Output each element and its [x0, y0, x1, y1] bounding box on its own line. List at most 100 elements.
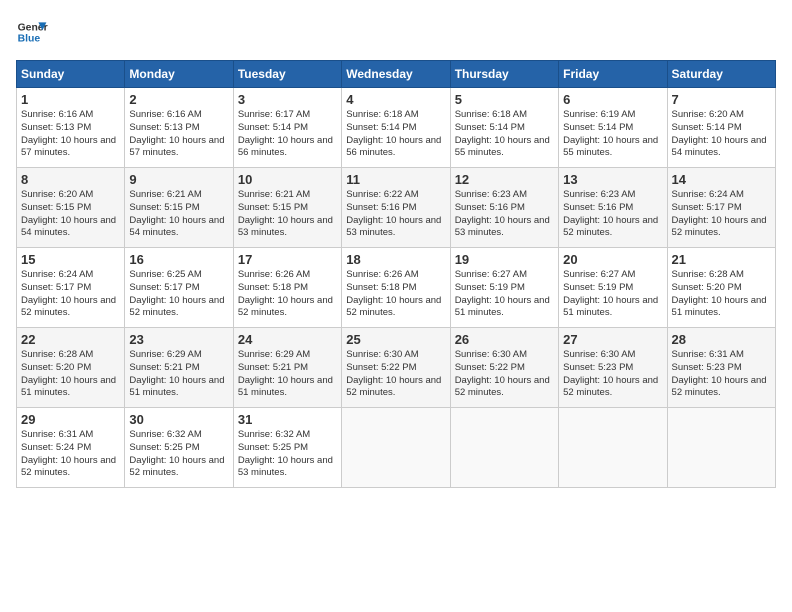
- day-info: Sunrise: 6:26 AMSunset: 5:18 PMDaylight:…: [238, 269, 337, 320]
- calendar-day-cell: 6 Sunrise: 6:19 AMSunset: 5:14 PMDaylight…: [559, 88, 667, 168]
- day-info: Sunrise: 6:22 AMSunset: 5:16 PMDaylight:…: [346, 189, 445, 240]
- calendar-week-row: 15Sunrise: 6:24 AMSunset: 5:17 PMDayligh…: [17, 248, 776, 328]
- day-info: Sunrise: 6:30 AMSunset: 5:23 PMDaylight:…: [563, 349, 662, 400]
- day-info: Sunrise: 6:30 AMSunset: 5:22 PMDaylight:…: [346, 349, 445, 400]
- calendar-day-cell: 26 Sunrise: 6:30 AMSunset: 5:22 PMDayligh…: [450, 328, 558, 408]
- day-info: Sunrise: 6:21 AMSunset: 5:15 PMDaylight:…: [129, 189, 228, 240]
- calendar-day-cell: [667, 408, 775, 488]
- calendar-week-row: 1 Sunrise: 6:16 AMSunset: 5:13 PMDaylight…: [17, 88, 776, 168]
- weekday-header: Tuesday: [233, 61, 341, 88]
- day-number: 2: [129, 92, 228, 107]
- day-number: 11: [346, 172, 445, 187]
- day-info: Sunrise: 6:27 AMSunset: 5:19 PMDaylight:…: [455, 269, 554, 320]
- day-info: Sunrise: 6:25 AMSunset: 5:17 PMDaylight:…: [129, 269, 228, 320]
- calendar-header-row: SundayMondayTuesdayWednesdayThursdayFrid…: [17, 61, 776, 88]
- calendar-day-cell: 4 Sunrise: 6:18 AMSunset: 5:14 PMDaylight…: [342, 88, 450, 168]
- calendar-day-cell: 12 Sunrise: 6:23 AMSunset: 5:16 PMDayligh…: [450, 168, 558, 248]
- calendar-day-cell: 23Sunrise: 6:29 AMSunset: 5:21 PMDayligh…: [125, 328, 233, 408]
- day-number: 1: [21, 92, 120, 107]
- day-info: Sunrise: 6:24 AMSunset: 5:17 PMDaylight:…: [672, 189, 771, 240]
- calendar-day-cell: 19 Sunrise: 6:27 AMSunset: 5:19 PMDayligh…: [450, 248, 558, 328]
- weekday-header: Thursday: [450, 61, 558, 88]
- day-number: 13: [563, 172, 662, 187]
- day-number: 20: [563, 252, 662, 267]
- day-number: 17: [238, 252, 337, 267]
- day-number: 12: [455, 172, 554, 187]
- day-number: 14: [672, 172, 771, 187]
- calendar-day-cell: 18 Sunrise: 6:26 AMSunset: 5:18 PMDayligh…: [342, 248, 450, 328]
- calendar-day-cell: 29 Sunrise: 6:31 AMSunset: 5:24 PMDayligh…: [17, 408, 125, 488]
- day-number: 7: [672, 92, 771, 107]
- calendar-day-cell: 25Sunrise: 6:30 AMSunset: 5:22 PMDayligh…: [342, 328, 450, 408]
- day-info: Sunrise: 6:29 AMSunset: 5:21 PMDaylight:…: [238, 349, 337, 400]
- day-info: Sunrise: 6:16 AMSunset: 5:13 PMDaylight:…: [129, 109, 228, 160]
- page-header: General Blue: [16, 16, 776, 48]
- day-info: Sunrise: 6:19 AMSunset: 5:14 PMDaylight:…: [563, 109, 662, 160]
- calendar-day-cell: 11 Sunrise: 6:22 AMSunset: 5:16 PMDayligh…: [342, 168, 450, 248]
- day-number: 5: [455, 92, 554, 107]
- day-number: 15: [21, 252, 120, 267]
- day-info: Sunrise: 6:28 AMSunset: 5:20 PMDaylight:…: [21, 349, 120, 400]
- day-number: 30: [129, 412, 228, 427]
- calendar-day-cell: [342, 408, 450, 488]
- day-number: 18: [346, 252, 445, 267]
- day-info: Sunrise: 6:18 AMSunset: 5:14 PMDaylight:…: [455, 109, 554, 160]
- calendar-day-cell: 17 Sunrise: 6:26 AMSunset: 5:18 PMDayligh…: [233, 248, 341, 328]
- day-info: Sunrise: 6:23 AMSunset: 5:16 PMDaylight:…: [455, 189, 554, 240]
- day-info: Sunrise: 6:30 AMSunset: 5:22 PMDaylight:…: [455, 349, 554, 400]
- calendar-day-cell: 20Sunrise: 6:27 AMSunset: 5:19 PMDayligh…: [559, 248, 667, 328]
- calendar-day-cell: 1Sunrise: 6:16 AMSunset: 5:13 PMDaylight…: [17, 88, 125, 168]
- calendar-week-row: 8Sunrise: 6:20 AMSunset: 5:15 PMDaylight…: [17, 168, 776, 248]
- day-number: 24: [238, 332, 337, 347]
- calendar-day-cell: 15Sunrise: 6:24 AMSunset: 5:17 PMDayligh…: [17, 248, 125, 328]
- day-number: 31: [238, 412, 337, 427]
- day-number: 4: [346, 92, 445, 107]
- weekday-header: Wednesday: [342, 61, 450, 88]
- calendar-day-cell: [450, 408, 558, 488]
- day-info: Sunrise: 6:28 AMSunset: 5:20 PMDaylight:…: [672, 269, 771, 320]
- day-info: Sunrise: 6:31 AMSunset: 5:23 PMDaylight:…: [672, 349, 771, 400]
- calendar-table: SundayMondayTuesdayWednesdayThursdayFrid…: [16, 60, 776, 488]
- day-info: Sunrise: 6:26 AMSunset: 5:18 PMDaylight:…: [346, 269, 445, 320]
- calendar-day-cell: 30 Sunrise: 6:32 AMSunset: 5:25 PMDayligh…: [125, 408, 233, 488]
- calendar-week-row: 29 Sunrise: 6:31 AMSunset: 5:24 PMDayligh…: [17, 408, 776, 488]
- calendar-day-cell: 28 Sunrise: 6:31 AMSunset: 5:23 PMDayligh…: [667, 328, 775, 408]
- calendar-day-cell: 10Sunrise: 6:21 AMSunset: 5:15 PMDayligh…: [233, 168, 341, 248]
- calendar-day-cell: 22 Sunrise: 6:28 AMSunset: 5:20 PMDayligh…: [17, 328, 125, 408]
- day-info: Sunrise: 6:31 AMSunset: 5:24 PMDaylight:…: [21, 429, 120, 480]
- day-info: Sunrise: 6:18 AMSunset: 5:14 PMDaylight:…: [346, 109, 445, 160]
- day-number: 3: [238, 92, 337, 107]
- calendar-day-cell: 14 Sunrise: 6:24 AMSunset: 5:17 PMDayligh…: [667, 168, 775, 248]
- day-number: 29: [21, 412, 120, 427]
- weekday-header: Saturday: [667, 61, 775, 88]
- calendar-day-cell: 16 Sunrise: 6:25 AMSunset: 5:17 PMDayligh…: [125, 248, 233, 328]
- day-info: Sunrise: 6:32 AMSunset: 5:25 PMDaylight:…: [238, 429, 337, 480]
- calendar-day-cell: 7 Sunrise: 6:20 AMSunset: 5:14 PMDaylight…: [667, 88, 775, 168]
- day-number: 16: [129, 252, 228, 267]
- day-number: 19: [455, 252, 554, 267]
- weekday-header: Sunday: [17, 61, 125, 88]
- calendar-week-row: 22 Sunrise: 6:28 AMSunset: 5:20 PMDayligh…: [17, 328, 776, 408]
- day-info: Sunrise: 6:21 AMSunset: 5:15 PMDaylight:…: [238, 189, 337, 240]
- day-number: 28: [672, 332, 771, 347]
- day-info: Sunrise: 6:17 AMSunset: 5:14 PMDaylight:…: [238, 109, 337, 160]
- day-number: 22: [21, 332, 120, 347]
- calendar-day-cell: 9 Sunrise: 6:21 AMSunset: 5:15 PMDaylight…: [125, 168, 233, 248]
- logo: General Blue: [16, 16, 48, 48]
- day-number: 8: [21, 172, 120, 187]
- weekday-header: Monday: [125, 61, 233, 88]
- calendar-day-cell: 13Sunrise: 6:23 AMSunset: 5:16 PMDayligh…: [559, 168, 667, 248]
- calendar-day-cell: 24 Sunrise: 6:29 AMSunset: 5:21 PMDayligh…: [233, 328, 341, 408]
- day-info: Sunrise: 6:32 AMSunset: 5:25 PMDaylight:…: [129, 429, 228, 480]
- logo-icon: General Blue: [16, 16, 48, 48]
- calendar-body: 1 Sunrise: 6:16 AMSunset: 5:13 PMDaylight…: [17, 88, 776, 488]
- day-number: 26: [455, 332, 554, 347]
- day-info: Sunrise: 6:29 AMSunset: 5:21 PMDaylight:…: [129, 349, 228, 400]
- calendar-day-cell: 8Sunrise: 6:20 AMSunset: 5:15 PMDaylight…: [17, 168, 125, 248]
- calendar-day-cell: [559, 408, 667, 488]
- day-number: 21: [672, 252, 771, 267]
- svg-text:Blue: Blue: [18, 34, 41, 45]
- day-number: 9: [129, 172, 228, 187]
- day-info: Sunrise: 6:20 AMSunset: 5:14 PMDaylight:…: [672, 109, 771, 160]
- day-number: 6: [563, 92, 662, 107]
